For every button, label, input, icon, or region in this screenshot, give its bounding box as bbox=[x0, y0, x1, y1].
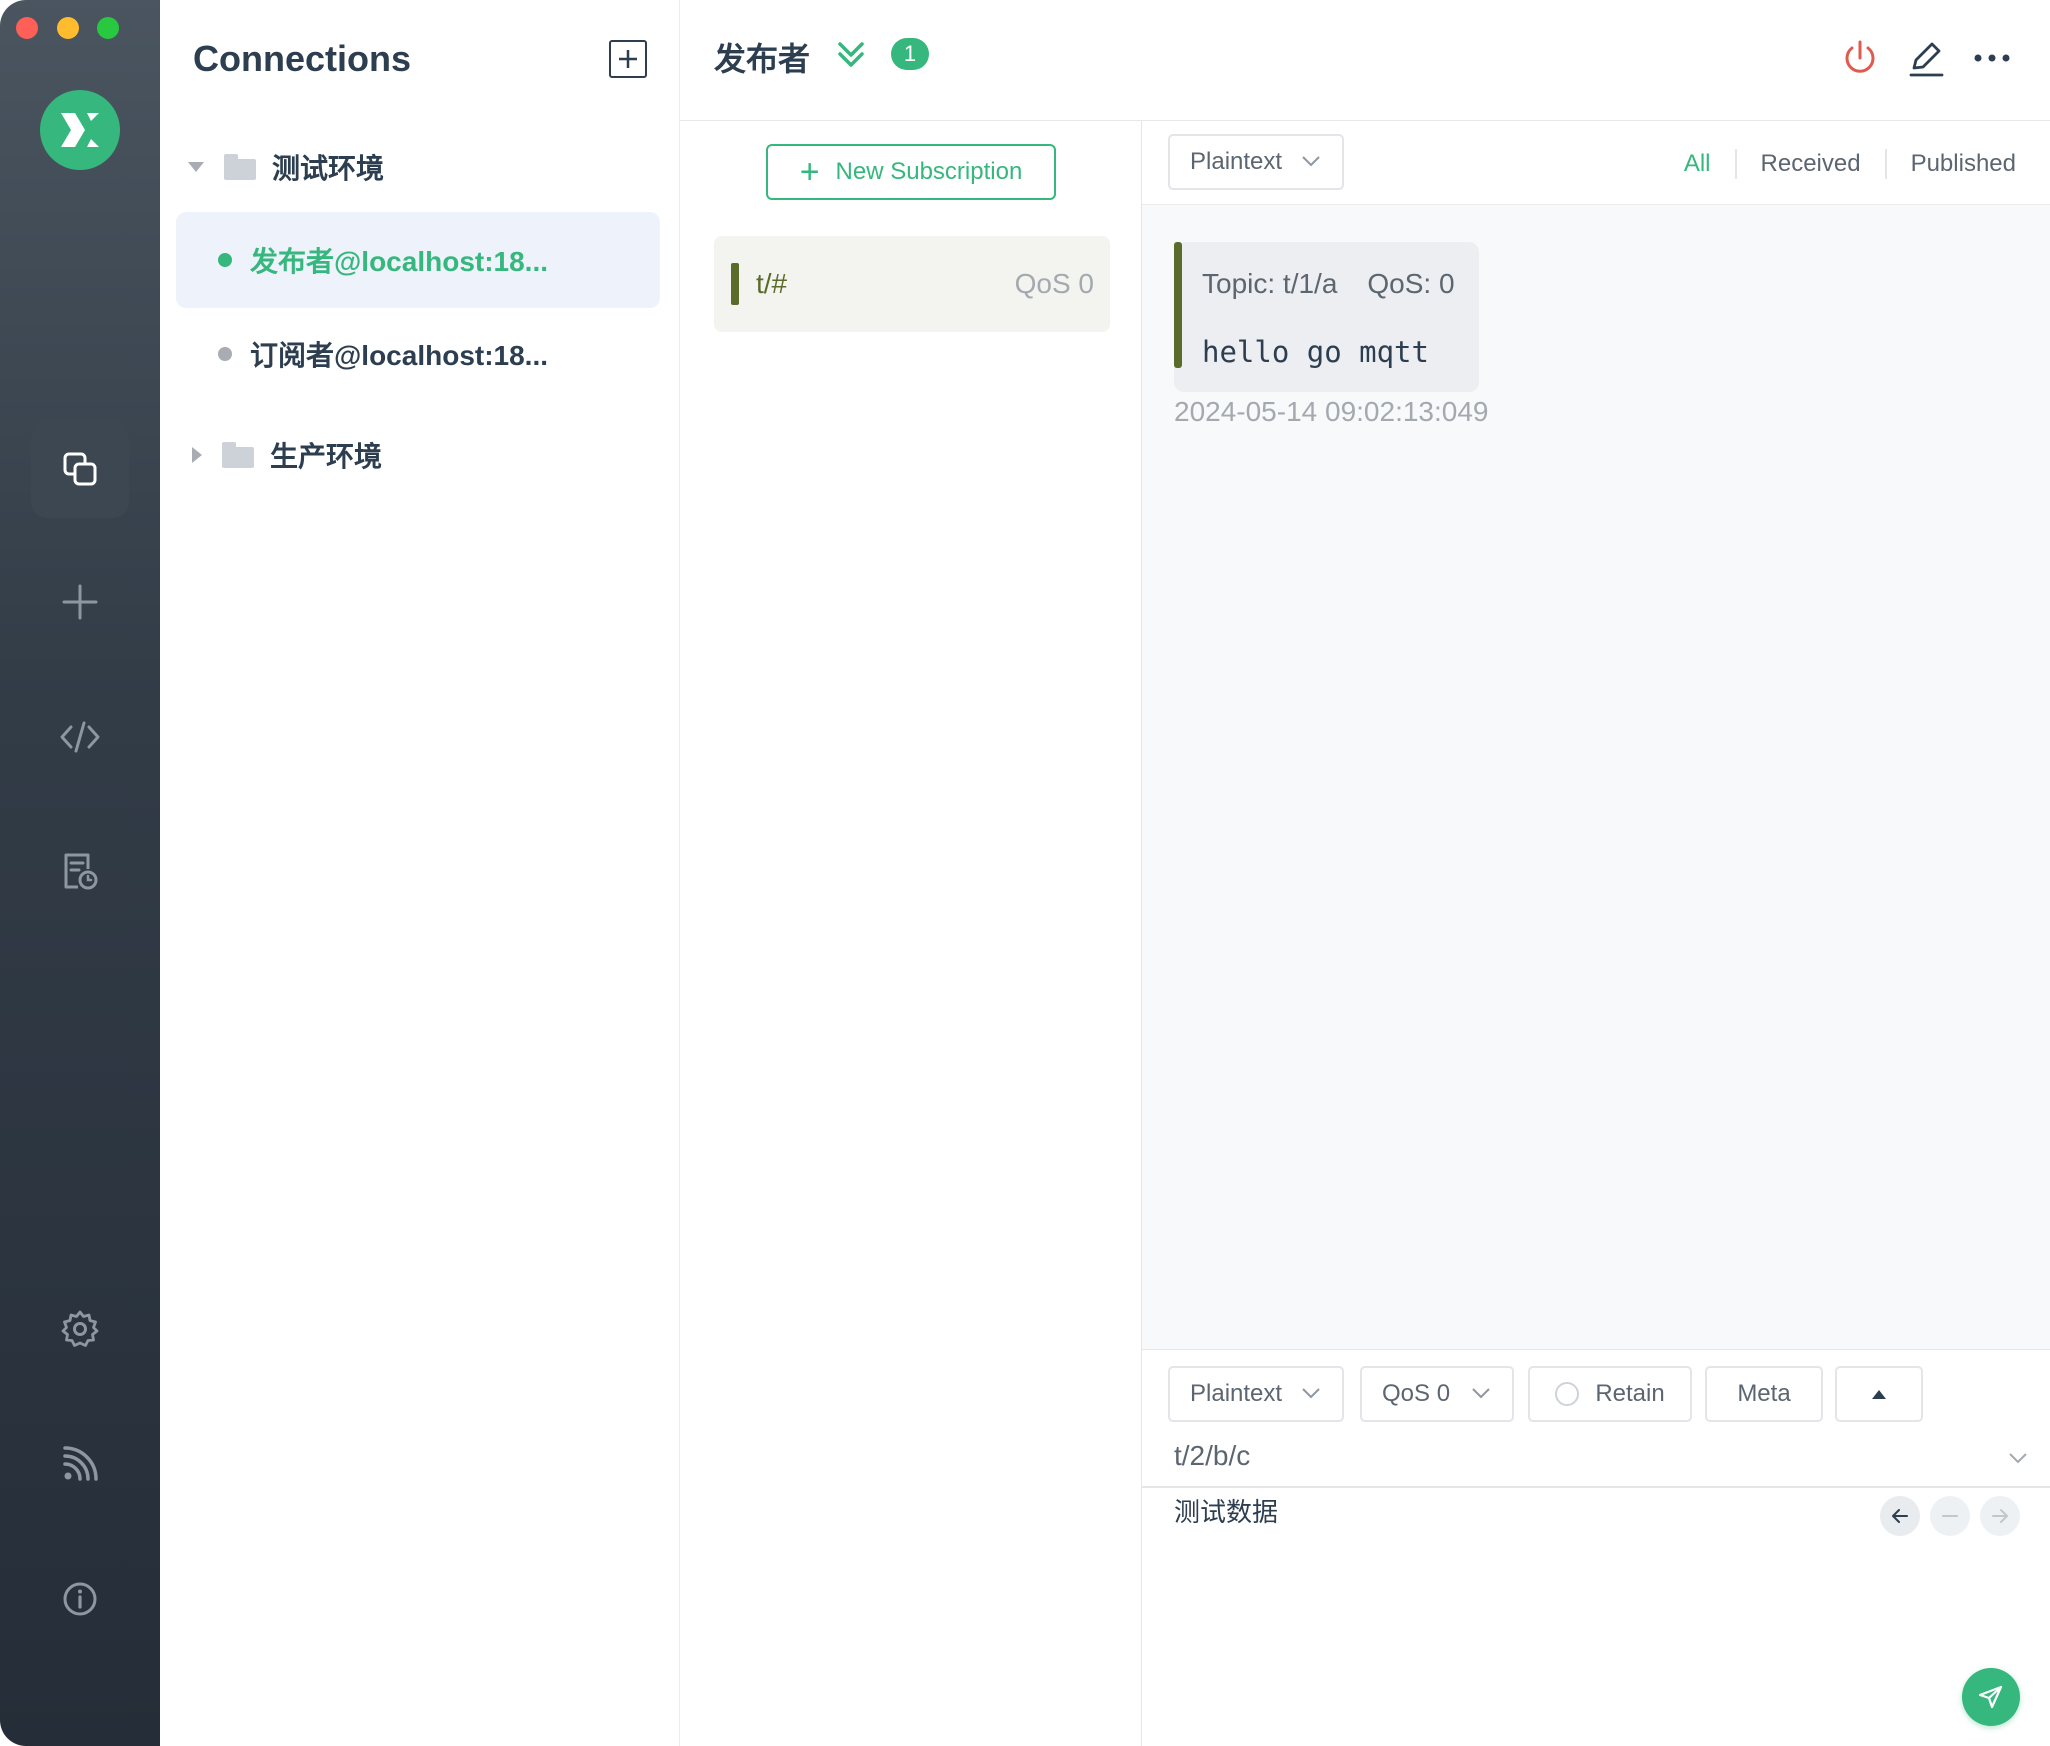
window-minimize-button[interactable] bbox=[57, 17, 79, 39]
publish-payload-input[interactable]: 测试数据 bbox=[1174, 1492, 1278, 1529]
message-filters: All Received Published bbox=[1660, 149, 2016, 179]
publish-qos-select[interactable]: QoS 0 bbox=[1360, 1366, 1514, 1422]
status-dot-disconnected bbox=[218, 347, 232, 361]
caret-down-icon bbox=[188, 162, 204, 172]
left-rail bbox=[0, 0, 160, 1746]
publish-topic-input[interactable]: t/2/b/c bbox=[1174, 1440, 1250, 1472]
plus-icon: + bbox=[799, 153, 820, 191]
subscription-qos: QoS 0 bbox=[1014, 268, 1094, 299]
window-zoom-button[interactable] bbox=[97, 17, 119, 39]
caret-right-icon bbox=[192, 447, 202, 463]
new-subscription-button[interactable]: + New Subscription bbox=[766, 144, 1056, 200]
connection-header: 发布者 1 bbox=[680, 0, 2050, 121]
rail-feed-button[interactable] bbox=[31, 1415, 129, 1513]
message-meta: Topic: t/1/a QoS: 0 bbox=[1202, 268, 1455, 300]
connection-name: 订阅者@localhost:18... bbox=[250, 340, 549, 371]
connections-icon bbox=[63, 452, 97, 486]
connection-title: 发布者 bbox=[714, 41, 811, 77]
messages-toolbar: Plaintext All Received Published bbox=[1142, 121, 2050, 205]
meta-button[interactable]: Meta bbox=[1705, 1366, 1823, 1422]
more-icon[interactable] bbox=[1972, 38, 2012, 78]
publish-qos-value: QoS 0 bbox=[1382, 1380, 1451, 1407]
info-icon bbox=[63, 1582, 97, 1616]
subscription-count-badge: 1 bbox=[891, 38, 929, 70]
edit-icon[interactable] bbox=[1906, 38, 1946, 78]
gear-icon bbox=[61, 1310, 99, 1347]
topic-divider bbox=[1142, 1486, 2050, 1488]
connection-item-subscriber[interactable]: 订阅者@localhost:18... bbox=[176, 306, 660, 402]
connection-name: 发布者@localhost:18... bbox=[250, 246, 549, 277]
new-connection-button[interactable] bbox=[609, 40, 647, 78]
send-icon bbox=[1978, 1685, 2003, 1709]
history-forward-button[interactable] bbox=[1980, 1496, 2020, 1536]
rail-about-button[interactable] bbox=[31, 1550, 129, 1648]
subscription-topic: t/# bbox=[756, 268, 788, 299]
status-dot-connected bbox=[218, 253, 232, 267]
plus-icon bbox=[62, 584, 98, 620]
group-prod-env[interactable]: 生产环境 bbox=[188, 430, 382, 480]
publish-format-select[interactable]: Plaintext bbox=[1168, 1366, 1344, 1422]
message-format-select[interactable]: Plaintext bbox=[1168, 134, 1344, 190]
feed-icon bbox=[63, 1446, 98, 1481]
subscription-color-bar bbox=[731, 263, 739, 305]
app-logo bbox=[40, 90, 120, 170]
power-icon[interactable] bbox=[1840, 38, 1880, 78]
plus-icon bbox=[619, 50, 637, 68]
folder-icon bbox=[224, 154, 256, 180]
publish-panel: Plaintext QoS 0 Retain Meta t/2/b/c 测试数据 bbox=[1142, 1349, 2050, 1746]
message-payload: hello go mqtt bbox=[1202, 335, 1429, 369]
code-icon bbox=[60, 721, 100, 753]
folder-icon bbox=[222, 442, 254, 468]
message-bubble[interactable]: Topic: t/1/a QoS: 0 hello go mqtt bbox=[1174, 242, 1479, 392]
expand-publish-button[interactable] bbox=[1835, 1366, 1923, 1422]
rail-settings-button[interactable] bbox=[31, 1280, 129, 1378]
rail-script-button[interactable] bbox=[31, 688, 129, 786]
chevron-down-icon[interactable] bbox=[2006, 1446, 2030, 1470]
chevron-down-icon bbox=[1302, 1388, 1320, 1399]
message-color-bar bbox=[1174, 242, 1182, 368]
message-timestamp: 2024-05-14 09:02:13:049 bbox=[1174, 396, 1489, 427]
meta-label: Meta bbox=[1737, 1380, 1791, 1407]
group-name: 生产环境 bbox=[270, 441, 383, 472]
group-test-env[interactable]: 测试环境 bbox=[188, 142, 384, 192]
filter-all[interactable]: All bbox=[1660, 150, 1735, 178]
arrow-left-icon bbox=[1892, 1509, 1908, 1523]
rail-log-button[interactable] bbox=[31, 822, 129, 920]
message-qos: QoS: 0 bbox=[1367, 268, 1455, 299]
messages-panel: Plaintext All Received Published Topic: … bbox=[1142, 121, 2050, 1349]
double-chevron-down-icon[interactable] bbox=[834, 38, 868, 72]
minus-icon bbox=[1942, 1515, 1958, 1517]
message-topic: Topic: t/1/a bbox=[1202, 268, 1338, 299]
filter-published[interactable]: Published bbox=[1887, 150, 2016, 178]
rail-connections-button[interactable] bbox=[31, 420, 129, 518]
publish-format-value: Plaintext bbox=[1190, 1380, 1283, 1407]
log-icon bbox=[64, 853, 98, 890]
chevron-down-icon bbox=[1302, 156, 1320, 167]
group-name: 测试环境 bbox=[272, 153, 385, 184]
filter-received[interactable]: Received bbox=[1737, 150, 1885, 178]
triangle-up-icon bbox=[1872, 1390, 1886, 1399]
mqttx-logo-icon bbox=[61, 113, 99, 147]
history-back-button[interactable] bbox=[1880, 1496, 1920, 1536]
connections-title: Connections bbox=[193, 38, 412, 79]
rail-new-connection-button[interactable] bbox=[31, 553, 129, 651]
subscriptions-panel: + New Subscription t/# QoS 0 bbox=[680, 121, 1142, 1746]
app-window: Connections 测试环境 发布者@localhost:18... 订阅者… bbox=[0, 0, 2050, 1746]
connections-panel: Connections 测试环境 发布者@localhost:18... 订阅者… bbox=[160, 0, 680, 1746]
message-format-value: Plaintext bbox=[1190, 148, 1283, 175]
arrow-right-icon bbox=[1992, 1509, 2008, 1523]
history-clear-button[interactable] bbox=[1930, 1496, 1970, 1536]
connection-item-publisher[interactable]: 发布者@localhost:18... bbox=[176, 212, 660, 308]
retain-radio bbox=[1555, 1382, 1580, 1406]
new-subscription-label: New Subscription bbox=[835, 158, 1023, 185]
send-button[interactable] bbox=[1962, 1668, 2020, 1726]
retain-label: Retain bbox=[1595, 1380, 1665, 1407]
chevron-down-icon bbox=[1472, 1388, 1490, 1399]
window-close-button[interactable] bbox=[16, 17, 38, 39]
subscription-item[interactable]: t/# QoS 0 bbox=[714, 236, 1110, 332]
retain-toggle[interactable]: Retain bbox=[1528, 1366, 1692, 1422]
